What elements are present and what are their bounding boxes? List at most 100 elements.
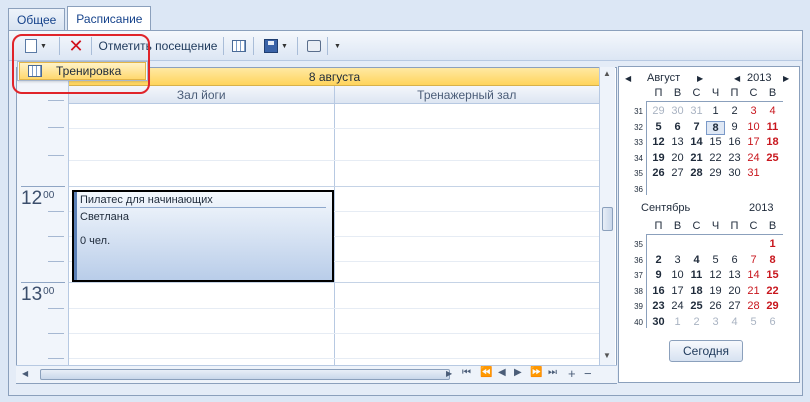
- calendar-day[interactable]: 21: [744, 285, 763, 297]
- calendar-day[interactable]: 1: [706, 105, 725, 117]
- first-appointment-icon[interactable]: ⏮: [462, 367, 471, 378]
- calendar-day[interactable]: 19: [706, 285, 725, 297]
- calendar-day[interactable]: 10: [744, 121, 763, 133]
- calendar-day[interactable]: 20: [725, 285, 744, 297]
- calendar-day[interactable]: 29: [649, 105, 668, 117]
- calendar-day[interactable]: 28: [687, 167, 706, 179]
- dropdown-arrow-icon[interactable]: ▼: [281, 43, 288, 50]
- calendar-day[interactable]: 6: [763, 316, 782, 328]
- calendar-day[interactable]: 10: [668, 269, 687, 281]
- calendar-day[interactable]: 25: [763, 152, 782, 164]
- print-preview-button[interactable]: [303, 36, 325, 56]
- calendar-day[interactable]: 16: [725, 136, 744, 148]
- calendar-day[interactable]: 6: [725, 254, 744, 266]
- calendar-day[interactable]: 7: [744, 254, 763, 266]
- appointment-block[interactable]: Пилатес для начинающих Светлана 0 чел.: [72, 190, 334, 282]
- calendar-day[interactable]: 23: [725, 152, 744, 164]
- calendar-day[interactable]: 16: [649, 285, 668, 297]
- calendar-day[interactable]: 21: [687, 152, 706, 164]
- calendar-day[interactable]: 1: [668, 316, 687, 328]
- calendar-day[interactable]: 17: [744, 136, 763, 148]
- calendar-day[interactable]: 13: [668, 136, 687, 148]
- next-icon[interactable]: ▶: [514, 367, 522, 378]
- calendar-day[interactable]: 3: [668, 254, 687, 266]
- save-button[interactable]: ▼: [259, 36, 293, 56]
- calendar-day[interactable]: 18: [687, 285, 706, 297]
- calendar-day[interactable]: 27: [725, 300, 744, 312]
- calendar-day[interactable]: 2: [687, 316, 706, 328]
- calendar-day[interactable]: 5: [706, 254, 725, 266]
- calendar-day[interactable]: 11: [763, 121, 782, 133]
- scroll-left-icon[interactable]: ◀: [22, 369, 28, 378]
- calendar-day[interactable]: 24: [668, 300, 687, 312]
- calendar-day[interactable]: 30: [668, 105, 687, 117]
- calendar-day[interactable]: 13: [725, 269, 744, 281]
- calendar-day[interactable]: 8: [763, 254, 782, 266]
- calendar-day[interactable]: 4: [763, 105, 782, 117]
- resource-column[interactable]: [335, 104, 600, 383]
- calendar-day[interactable]: 12: [649, 136, 668, 148]
- calendar-day[interactable]: 9: [649, 269, 668, 281]
- menu-item-training[interactable]: Тренировка: [19, 62, 146, 80]
- calendar-day[interactable]: 5: [744, 316, 763, 328]
- calendar-day[interactable]: 2: [649, 254, 668, 266]
- calendar-day[interactable]: 31: [687, 105, 706, 117]
- calendar-day[interactable]: 27: [668, 167, 687, 179]
- mark-attendance-button[interactable]: Отметить посещение: [97, 36, 219, 56]
- calendar-day[interactable]: 29: [706, 167, 725, 179]
- horizontal-scrollbar[interactable]: ◀ ▶ ⏮ ⏪ ◀ ▶ ⏩ ⏭ + −: [16, 365, 617, 383]
- scroll-thumb[interactable]: [40, 369, 450, 380]
- prev-year-icon[interactable]: ◀: [734, 74, 740, 83]
- calendar-day[interactable]: 6: [668, 121, 687, 133]
- prev-month-icon[interactable]: ◀: [625, 74, 631, 83]
- scroll-right-icon[interactable]: ▶: [446, 369, 452, 378]
- day-view[interactable]: 1200 1300 1400 8 августа Зал йоги Тренаж…: [16, 67, 617, 384]
- calendar-day[interactable]: 7: [687, 121, 706, 133]
- next-month-icon[interactable]: ▶: [697, 74, 703, 83]
- calendar-day[interactable]: 22: [763, 285, 782, 297]
- tab-general[interactable]: Общее: [8, 8, 66, 30]
- vertical-scrollbar[interactable]: ▲ ▼: [599, 67, 615, 365]
- calendar-day[interactable]: 1: [763, 238, 782, 250]
- calendar-day[interactable]: 14: [687, 136, 706, 148]
- calendar-day[interactable]: 9: [725, 121, 744, 133]
- calendar-day[interactable]: 4: [725, 316, 744, 328]
- calendar-day[interactable]: 19: [649, 152, 668, 164]
- calendar-day[interactable]: 3: [706, 316, 725, 328]
- next-page-icon[interactable]: ⏩: [530, 367, 542, 378]
- last-appointment-icon[interactable]: ⏭: [548, 367, 557, 378]
- zoom-in-icon[interactable]: +: [568, 366, 576, 381]
- toolbar-overflow-button[interactable]: ▼: [329, 36, 343, 56]
- next-year-icon[interactable]: ▶: [783, 74, 789, 83]
- calendar-day[interactable]: 20: [668, 152, 687, 164]
- calendar-day[interactable]: 2: [725, 105, 744, 117]
- scroll-thumb[interactable]: [602, 207, 613, 231]
- scroll-down-icon[interactable]: ▼: [603, 351, 611, 360]
- zoom-out-icon[interactable]: −: [584, 366, 592, 381]
- calendar-day[interactable]: 15: [706, 136, 725, 148]
- calendar-day[interactable]: 22: [706, 152, 725, 164]
- calendar-day[interactable]: 26: [649, 167, 668, 179]
- calendar-day[interactable]: 30: [725, 167, 744, 179]
- calendar-day[interactable]: 26: [706, 300, 725, 312]
- delete-button[interactable]: ✕: [65, 36, 87, 56]
- calendar-day[interactable]: 29: [763, 300, 782, 312]
- calendar-view-button[interactable]: [229, 36, 249, 56]
- calendar-day[interactable]: 24: [744, 152, 763, 164]
- calendar-day[interactable]: 15: [763, 269, 782, 281]
- today-button[interactable]: Сегодня: [669, 340, 743, 362]
- scroll-up-icon[interactable]: ▲: [603, 69, 611, 78]
- new-appointment-button[interactable]: ▼: [17, 36, 55, 56]
- tab-schedule[interactable]: Расписание: [67, 6, 152, 31]
- calendar-day[interactable]: 4: [687, 254, 706, 266]
- calendar-day[interactable]: 30: [649, 316, 668, 328]
- calendar-day[interactable]: 11: [687, 269, 706, 281]
- dropdown-arrow-icon[interactable]: ▼: [40, 43, 47, 50]
- calendar-day[interactable]: 12: [706, 269, 725, 281]
- calendar-day[interactable]: 8: [706, 120, 725, 135]
- prev-icon[interactable]: ◀: [498, 367, 506, 378]
- calendar-day[interactable]: 25: [687, 300, 706, 312]
- calendar-day[interactable]: 5: [649, 121, 668, 133]
- calendar-day[interactable]: 18: [763, 136, 782, 148]
- calendar-day[interactable]: 17: [668, 285, 687, 297]
